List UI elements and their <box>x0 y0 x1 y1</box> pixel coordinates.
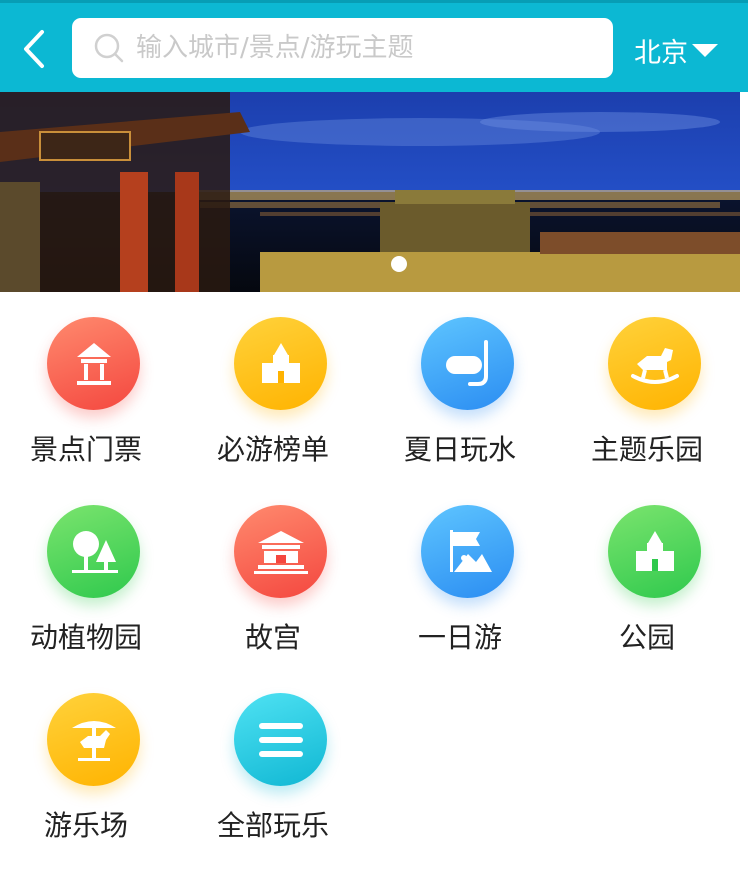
category-item-scenic-tickets[interactable]: 景点门票 <box>0 292 187 480</box>
category-item-forbidden-city[interactable]: 故宫 <box>187 480 374 668</box>
category-item-zoo-botanical[interactable]: 动植物园 <box>0 480 187 668</box>
category-item-day-trip[interactable]: 一日游 <box>374 480 561 668</box>
category-icon-circle <box>608 505 701 598</box>
banner-image <box>0 92 740 292</box>
rocking-horse-icon <box>630 347 679 384</box>
category-label: 夏日玩水 <box>403 433 516 466</box>
category-label: 游乐场 <box>43 809 128 842</box>
banner-carousel[interactable] <box>0 92 740 292</box>
park-castle-icon <box>635 530 674 571</box>
castle-icon <box>261 342 300 383</box>
category-icon-circle <box>234 693 327 786</box>
chevron-left-icon <box>24 30 44 68</box>
category-item-park[interactable]: 公园 <box>561 480 748 668</box>
carousel-indicator-dot[interactable] <box>391 256 407 272</box>
search-icon <box>94 33 124 63</box>
category-item-all-fun[interactable]: 全部玩乐 <box>187 668 374 856</box>
search-input[interactable] <box>136 33 576 63</box>
pavilion-icon <box>76 342 111 385</box>
category-item-must-visit[interactable]: 必游榜单 <box>187 292 374 480</box>
city-label: 北京 <box>634 37 688 69</box>
caret-down-icon <box>692 43 718 57</box>
category-label: 必游榜单 <box>216 433 329 466</box>
category-label: 一日游 <box>417 621 502 654</box>
palace-icon <box>253 530 308 574</box>
category-item-summer-water[interactable]: 夏日玩水 <box>374 292 561 480</box>
category-item-amusement[interactable]: 游乐场 <box>0 668 187 856</box>
category-label: 景点门票 <box>29 433 142 466</box>
category-icon-circle <box>234 505 327 598</box>
category-label: 主题乐园 <box>590 433 703 466</box>
category-icon-circle <box>47 505 140 598</box>
trees-icon <box>71 530 118 573</box>
carousel-icon <box>71 720 116 761</box>
category-icon-circle <box>234 317 327 410</box>
search-box[interactable] <box>72 18 613 78</box>
back-button[interactable] <box>14 21 54 77</box>
category-icon-circle <box>47 317 140 410</box>
city-selector[interactable]: 北京 <box>634 31 718 69</box>
category-icon-circle <box>608 317 701 410</box>
category-label: 全部玩乐 <box>216 809 329 842</box>
category-icon-circle <box>421 505 514 598</box>
menu-lines-icon <box>258 722 303 757</box>
snorkel-mask-icon <box>445 339 488 386</box>
category-label: 公园 <box>618 621 675 654</box>
flag-mountain-icon <box>449 529 492 572</box>
top-bar: 北京 <box>0 0 748 92</box>
category-label: 故宫 <box>244 621 301 654</box>
category-label: 动植物园 <box>29 621 142 654</box>
category-icon-circle <box>47 693 140 786</box>
category-item-theme-park[interactable]: 主题乐园 <box>561 292 748 480</box>
category-icon-circle <box>421 317 514 410</box>
